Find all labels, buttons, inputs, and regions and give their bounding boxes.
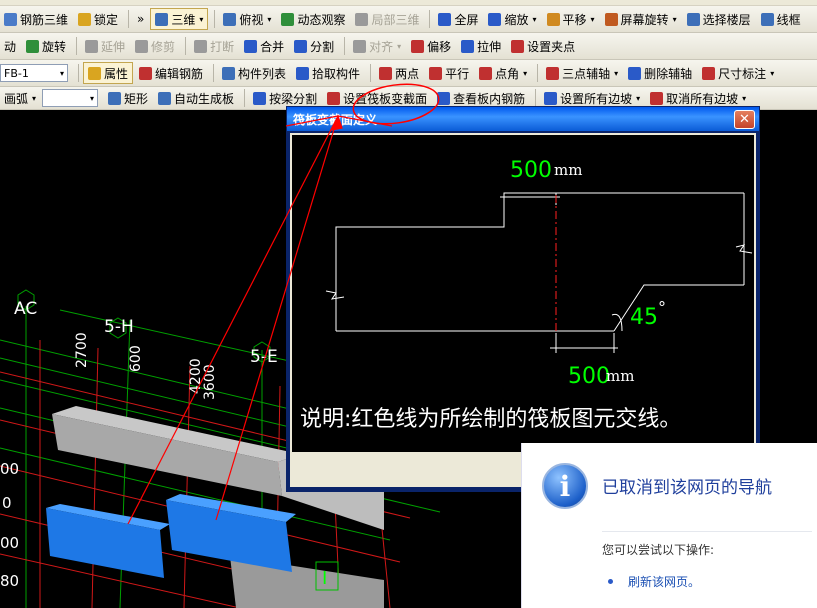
annotation-arrows	[127, 114, 393, 525]
bullet-icon	[608, 579, 613, 584]
divider	[602, 531, 812, 532]
info-icon: i	[542, 463, 588, 509]
app-window: 钢筋三维 锁定» 三维 ▾ 俯视 ▾ 动态观察 局部三维 全屏 缩放 ▾ 平移 ▾ 屏幕旋转 ▾ 选择楼层 线框…	[0, 0, 817, 608]
nav-canceled-subtitle: 您可以尝试以下操作:	[602, 543, 715, 557]
refresh-page-link[interactable]: 刷新该网页。	[628, 573, 700, 590]
navigation-canceled-panel: i 已取消到该网页的导航 您可以尝试以下操作: 刷新该网页。	[521, 443, 817, 608]
nav-canceled-title: 已取消到该网页的导航	[602, 478, 772, 498]
